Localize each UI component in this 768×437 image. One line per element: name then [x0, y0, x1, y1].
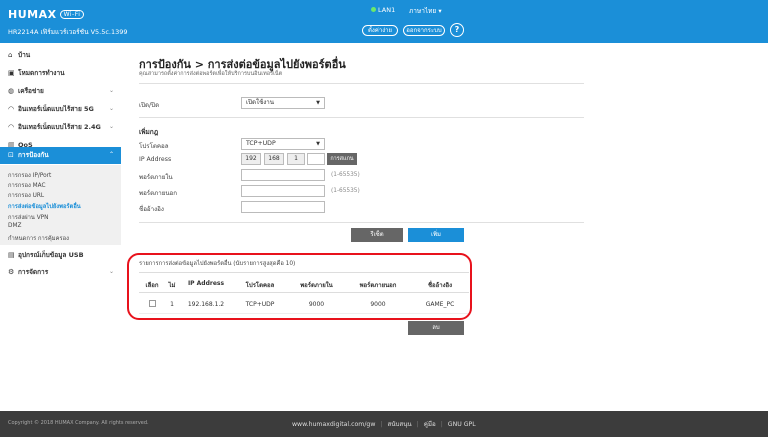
wifi-icon: ◠	[8, 123, 15, 131]
enable-select-value: เปิดใช้งาน	[246, 99, 275, 106]
lan-label: LAN1	[378, 6, 396, 14]
chevron-down-icon: ⌄	[108, 87, 114, 94]
ip-octet-1: 192	[241, 153, 261, 165]
chevron-down-icon: ▼	[316, 141, 320, 147]
sidebar-item-label: การป้องกัน	[18, 151, 49, 159]
sidebar-item-wifi-5g[interactable]: ◠ อินเทอร์เน็ตแบบไร้สาย 5G ⌄	[0, 101, 121, 117]
brand-logo: HUMAX Wi-Fi	[8, 8, 85, 21]
chevron-down-icon: ▼	[316, 100, 320, 106]
delete-button[interactable]: ลบ	[408, 321, 464, 335]
copyright: Copyright © 2018 HUMAX Company. All righ…	[8, 420, 149, 426]
help-button[interactable]: ?	[450, 23, 464, 37]
ip-octet-2: 168	[264, 153, 284, 165]
separator: |	[440, 421, 443, 428]
enable-select[interactable]: เปิดใช้งาน ▼	[241, 97, 325, 109]
footer-links: www.humaxdigital.com/gw | สนับสนุน | คู่มือ |…	[292, 419, 476, 429]
chevron-down-icon: ⌄	[108, 268, 114, 275]
gear-icon: ⚙	[8, 268, 15, 276]
lan-status-icon	[371, 7, 376, 12]
submenu-mac-filter[interactable]: การกรอง MAC	[8, 180, 46, 190]
reference-name-label: ชื่ออ้างอิง	[139, 206, 164, 213]
internal-port-hint: (1-65535)	[331, 172, 360, 178]
language-select[interactable]: ภาษาไทย ▾	[409, 6, 442, 16]
chevron-down-icon: ⌄	[108, 105, 114, 112]
sidebar-item-label: อินเทอร์เน็ตแบบไร้สาย 5G	[18, 105, 94, 113]
top-header: HUMAX Wi-Fi HR2214A เฟิร์มแวร์เวอร์ชัน V5…	[0, 0, 768, 43]
submenu-protection-schedule[interactable]: กำหนดการ การคุ้มครอง	[8, 233, 69, 243]
lock-icon: ⊡	[8, 151, 14, 159]
easy-setup-button[interactable]: ตั้งค่าง่าย	[362, 25, 398, 36]
page-subtitle: คุณสามารถตั้งค่าการส่งต่อพอร์ตเพื่อให้บร…	[139, 71, 283, 77]
external-port-input[interactable]	[241, 185, 325, 197]
protocol-select[interactable]: TCP+UDP ▼	[241, 138, 325, 150]
sidebar-item-label: เครือข่าย	[18, 87, 44, 95]
separator: |	[416, 421, 419, 428]
mode-icon: ▣	[8, 69, 15, 77]
submenu-ip-port-filter[interactable]: การกรอง IP/Port	[8, 170, 51, 180]
protocol-label: โปรโตคอล	[139, 143, 169, 150]
usb-icon: ▤	[8, 251, 15, 259]
sidebar-item-label: อินเทอร์เน็ตแบบไร้สาย 2.4G	[18, 123, 101, 131]
add-button[interactable]: เพิ่ม	[408, 228, 464, 242]
sidebar-item-home[interactable]: ⌂ บ้าน	[0, 47, 121, 63]
chevron-down-icon: ⌄	[108, 123, 114, 130]
chevron-down-icon: ▾	[438, 7, 442, 15]
language-label: ภาษาไทย	[409, 7, 437, 15]
sidebar-item-label: อุปกรณ์เก็บข้อมูล USB	[18, 251, 84, 259]
external-port-hint: (1-65535)	[331, 188, 360, 194]
separator: |	[380, 421, 383, 428]
internal-port-input[interactable]	[241, 169, 325, 181]
website-link[interactable]: www.humaxdigital.com/gw	[292, 421, 375, 428]
sidebar: ⌂ บ้าน ▣ โหมดการทำงาน ◍ เครือข่าย ⌄ ◠ อินเทอร…	[0, 43, 121, 411]
manual-link[interactable]: คู่มือ	[424, 421, 436, 428]
main-content: การป้องกัน > การส่งต่อข้อมูลไปยังพอร์ตอื…	[121, 43, 768, 411]
sidebar-item-usb-storage[interactable]: ▤ อุปกรณ์เก็บข้อมูล USB	[0, 247, 121, 263]
wifi-icon: ◠	[8, 105, 15, 113]
wifi-badge: Wi-Fi	[59, 10, 85, 19]
reference-name-input[interactable]	[241, 201, 325, 213]
submenu-vpn-passthrough[interactable]: การส่งผ่าน VPN	[8, 212, 49, 222]
logout-button[interactable]: ออกจากระบบ	[403, 25, 445, 36]
divider	[139, 117, 584, 118]
add-rule-heading: เพิ่มกฎ	[139, 128, 159, 136]
sidebar-item-network[interactable]: ◍ เครือข่าย ⌄	[0, 83, 121, 99]
brand-name: HUMAX	[8, 8, 57, 21]
sidebar-item-management[interactable]: ⚙ การจัดการ ⌄	[0, 264, 121, 280]
sidebar-item-label: บ้าน	[18, 51, 31, 59]
enable-label: เปิด/ปิด	[139, 102, 160, 109]
sidebar-item-label: โหมดการทำงาน	[18, 69, 65, 77]
sidebar-item-security[interactable]: ⊡ การป้องกัน ⌃	[0, 147, 121, 164]
divider	[139, 222, 584, 223]
globe-icon: ◍	[8, 87, 15, 95]
divider	[139, 83, 584, 84]
submenu-dmz[interactable]: DMZ	[8, 223, 21, 229]
reset-button[interactable]: รีเซ็ต	[351, 228, 403, 242]
submenu-url-filter[interactable]: การกรอง URL	[8, 190, 44, 200]
sidebar-item-mode[interactable]: ▣ โหมดการทำงาน	[0, 65, 121, 81]
chevron-up-icon: ⌃	[108, 151, 114, 158]
sidebar-item-wifi-24g[interactable]: ◠ อินเทอร์เน็ตแบบไร้สาย 2.4G ⌄	[0, 119, 121, 135]
support-link[interactable]: สนับสนุน	[387, 421, 411, 428]
security-submenu: การกรอง IP/Port การกรอง MAC การกรอง URL …	[0, 165, 121, 245]
highlight-outline	[127, 253, 472, 320]
model-firmware: HR2214A เฟิร์มแวร์เวอร์ชัน V5.5c.1399	[8, 28, 128, 36]
ip-octet-4-input[interactable]	[307, 153, 325, 165]
ip-octet-3: 1	[287, 153, 305, 165]
scan-button[interactable]: การสแกน	[327, 153, 357, 165]
footer: Copyright © 2018 HUMAX Company. All righ…	[0, 411, 768, 437]
ip-address-label: IP Address	[139, 156, 172, 163]
external-port-label: พอร์ตภายนอก	[139, 190, 178, 197]
lan-status: LAN1	[371, 6, 395, 14]
gpl-link[interactable]: GNU GPL	[448, 421, 476, 428]
home-icon: ⌂	[8, 51, 13, 59]
submenu-port-forwarding[interactable]: การส่งต่อข้อมูลไปยังพอร์ตอื่น	[8, 201, 81, 211]
protocol-select-value: TCP+UDP	[246, 140, 276, 147]
sidebar-item-label: การจัดการ	[18, 268, 49, 276]
internal-port-label: พอร์ตภายใน	[139, 174, 173, 181]
